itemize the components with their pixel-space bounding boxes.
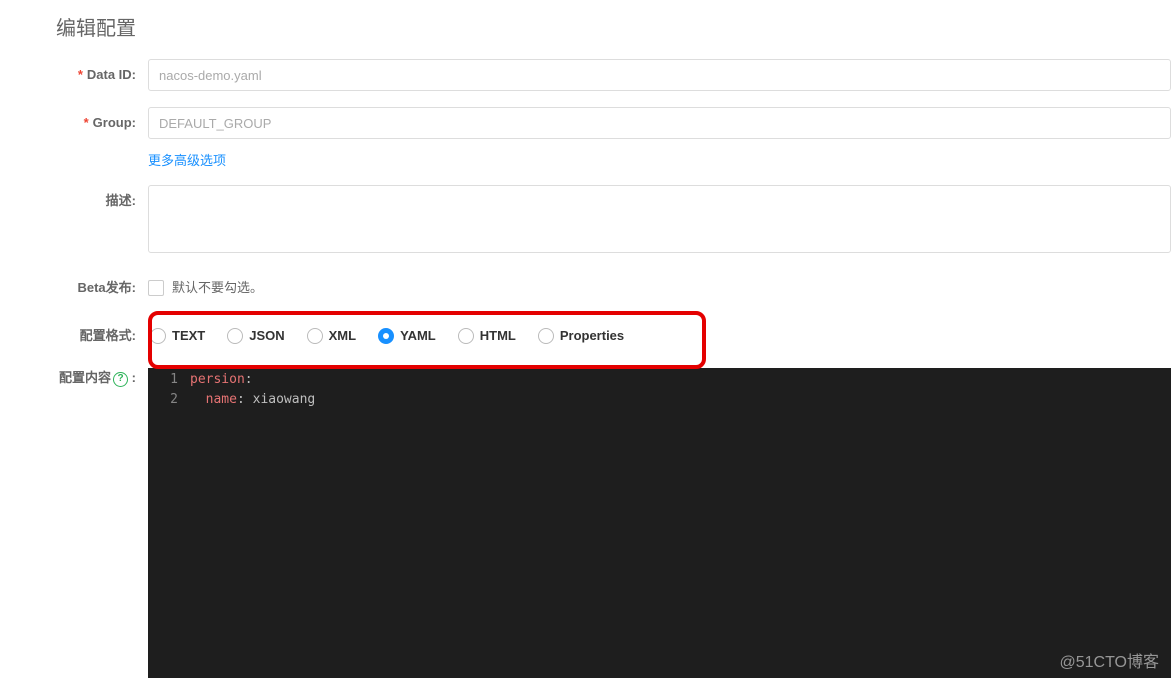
radio-icon [538,328,554,344]
format-radio-properties[interactable]: Properties [538,320,624,352]
radio-label: HTML [480,320,516,352]
editor-gutter: 12 [148,370,190,678]
page-title: 编辑配置 [0,0,1171,59]
radio-label: YAML [400,320,436,352]
format-radio-text[interactable]: TEXT [150,320,205,352]
code-editor[interactable]: 12 persion: name: xiaowang [148,368,1171,678]
beta-checkbox-label: 默认不要勾选。 [172,272,263,304]
radio-icon [227,328,243,344]
data-id-input[interactable] [148,59,1171,91]
label-format: 配置格式: [0,320,148,352]
editor-code[interactable]: persion: name: xiaowang [190,370,1171,678]
radio-icon [378,328,394,344]
format-radio-xml[interactable]: XML [307,320,356,352]
radio-label: Properties [560,320,624,352]
format-radio-group: TEXT JSON XML YAML HTML Properties [148,320,1171,352]
label-content: 配置内容? : [0,368,148,388]
label-description: 描述: [0,185,148,217]
watermark: @51CTO博客 [1059,648,1159,672]
radio-label: XML [329,320,356,352]
help-icon[interactable]: ? [113,372,128,387]
group-input[interactable] [148,107,1171,139]
label-data-id: *Data ID: [0,59,148,91]
format-radio-json[interactable]: JSON [227,320,284,352]
description-textarea[interactable] [148,185,1171,253]
checkbox-icon [148,280,164,296]
radio-icon [150,328,166,344]
more-advanced-options-link[interactable]: 更多高级选项 [148,145,226,175]
radio-icon [307,328,323,344]
label-group: *Group: [0,107,148,139]
format-radio-yaml[interactable]: YAML [378,320,436,352]
label-beta: Beta发布: [0,272,148,304]
radio-label: JSON [249,320,284,352]
beta-checkbox[interactable]: 默认不要勾选。 [148,272,1171,304]
format-radio-html[interactable]: HTML [458,320,516,352]
radio-label: TEXT [172,320,205,352]
radio-icon [458,328,474,344]
